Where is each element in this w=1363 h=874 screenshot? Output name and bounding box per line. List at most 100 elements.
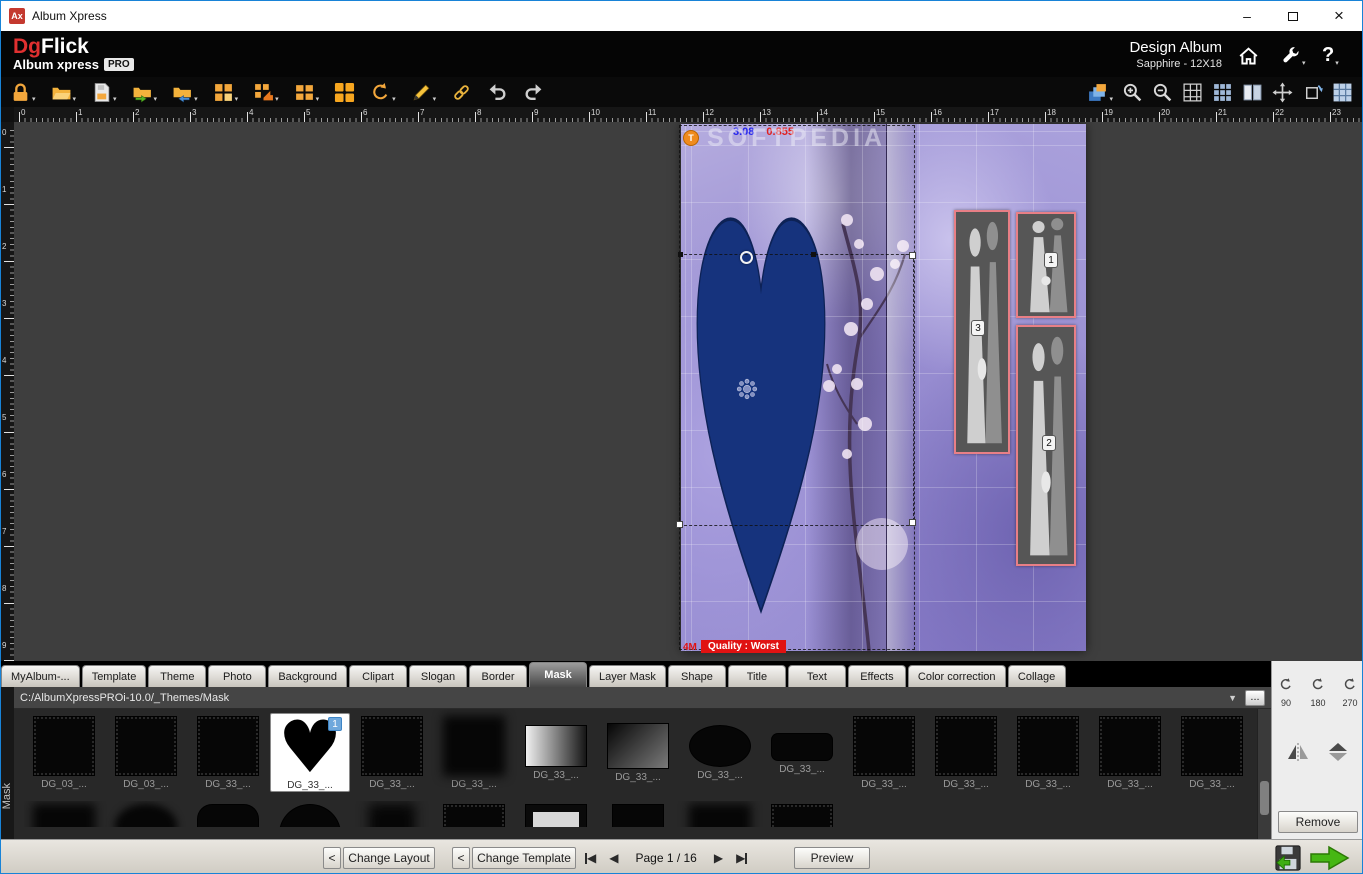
album-spread[interactable]: T 3.08 0.855 SOFTPEDIA 4M Quality : Wors…: [676, 124, 1086, 653]
dropdown-arrow-icon[interactable]: ▾: [433, 95, 437, 103]
mask-thumbnail[interactable]: [188, 801, 268, 827]
home-button[interactable]: [1238, 41, 1264, 67]
tab-shape[interactable]: Shape: [667, 665, 726, 687]
close-button[interactable]: ×: [1316, 1, 1362, 31]
mask-thumbnail[interactable]: DG_33_...: [188, 713, 268, 792]
zoom-out-button[interactable]: [1151, 79, 1174, 105]
edit-pen-button[interactable]: ▾: [410, 79, 438, 105]
mask-thumbnail[interactable]: DG_33_...: [762, 713, 842, 792]
photo-frame[interactable]: 3: [954, 210, 1010, 454]
mask-thumbnail[interactable]: DG_33_...: [516, 713, 596, 792]
previous-page-button[interactable]: ◀: [609, 851, 618, 865]
grid-settings-button[interactable]: ▾: [212, 79, 240, 105]
selection-handle[interactable]: [676, 521, 683, 528]
mask-thumbnail[interactable]: [434, 801, 514, 827]
mask-thumbnail[interactable]: DG_33_...: [844, 713, 924, 792]
tab-clipart[interactable]: Clipart: [349, 665, 408, 687]
dropdown-arrow-icon[interactable]: ▾: [1109, 95, 1113, 103]
browse-folder-button[interactable]: ...: [1245, 689, 1265, 706]
mask-thumbnail[interactable]: DG_33_...: [680, 713, 760, 792]
folder-open-button[interactable]: ▾: [50, 79, 78, 105]
corner-handle[interactable]: T: [683, 130, 699, 146]
mask-thumbnail[interactable]: [106, 801, 186, 827]
link-button[interactable]: [450, 79, 473, 105]
scrollbar-thumb[interactable]: [1260, 781, 1269, 815]
maximize-button[interactable]: [1270, 1, 1316, 31]
dropdown-arrow-icon[interactable]: ▾: [32, 95, 36, 103]
tab-collage[interactable]: Collage: [1007, 665, 1066, 687]
design-canvas[interactable]: T 3.08 0.855 SOFTPEDIA 4M Quality : Wors…: [14, 122, 1362, 661]
selection-handle[interactable]: [811, 252, 816, 257]
transform-move-button[interactable]: [1271, 79, 1294, 105]
mask-thumbnail[interactable]: [680, 801, 760, 827]
dropdown-arrow-icon[interactable]: ▾: [392, 95, 396, 103]
path-dropdown-icon[interactable]: ▼: [1228, 693, 1237, 703]
mask-thumbnail[interactable]: [24, 801, 104, 827]
thumbnail-scrollbar[interactable]: [1257, 709, 1271, 839]
tab-background[interactable]: Background: [268, 665, 348, 687]
help-button[interactable]: ? ▾: [1322, 41, 1348, 67]
save-album-button[interactable]: [1273, 844, 1303, 872]
tab-template[interactable]: Template: [81, 665, 147, 687]
lock-button[interactable]: ▾: [9, 79, 37, 105]
redo-button[interactable]: [522, 79, 545, 105]
next-step-button[interactable]: [1309, 844, 1351, 872]
rotate-180-button[interactable]: 180: [1306, 677, 1330, 708]
center-anchor-icon[interactable]: [736, 378, 758, 400]
change-template-button[interactable]: Change Template: [472, 847, 576, 869]
flip-vertical-icon[interactable]: [1326, 742, 1350, 767]
tab-color-correction[interactable]: Color correction: [907, 665, 1006, 687]
flip-horizontal-icon[interactable]: [1286, 742, 1310, 767]
photo-frame[interactable]: 1: [1016, 212, 1076, 318]
mask-thumbnail[interactable]: DG_33_...: [926, 713, 1006, 792]
layers-button[interactable]: ▾: [1086, 79, 1114, 105]
tab-myalbum-[interactable]: MyAlbum-...: [1, 665, 80, 687]
change-layout-button[interactable]: Change Layout: [343, 847, 435, 869]
rotate-270-button[interactable]: 270: [1338, 677, 1362, 708]
minimize-button[interactable]: –: [1224, 1, 1270, 31]
mask-thumbnail[interactable]: ♥ 1 DG_33_...: [270, 711, 350, 792]
grid-snap-button[interactable]: ▾: [252, 79, 280, 105]
photo-frame[interactable]: 2: [1016, 325, 1076, 566]
folder-export-button[interactable]: ▾: [131, 79, 159, 105]
preview-button[interactable]: Preview: [794, 847, 870, 869]
first-page-button[interactable]: ◀: [585, 851, 596, 865]
transform-rotate-button[interactable]: [1301, 79, 1324, 105]
tab-title[interactable]: Title: [727, 665, 786, 687]
selection-handle[interactable]: [678, 252, 683, 257]
tab-layer-mask[interactable]: Layer Mask: [589, 665, 666, 687]
dropdown-arrow-icon[interactable]: ▾: [194, 95, 198, 103]
grid-blue-button[interactable]: [1211, 79, 1234, 105]
rotate-90-button[interactable]: 90: [1274, 677, 1298, 708]
dropdown-arrow-icon[interactable]: ▾: [113, 95, 117, 103]
folder-import-button[interactable]: ▾: [171, 79, 199, 105]
tab-photo[interactable]: Photo: [208, 665, 267, 687]
tools-button[interactable]: ▾: [1280, 41, 1306, 67]
dropdown-arrow-icon[interactable]: ▾: [154, 95, 158, 103]
rotate-ccw-button[interactable]: ▾: [369, 79, 397, 105]
mask-thumbnail[interactable]: DG_33_...: [1090, 713, 1170, 792]
mask-thumbnail[interactable]: DG_33_...: [598, 713, 678, 792]
tab-slogan[interactable]: Slogan: [409, 665, 468, 687]
dropdown-arrow-icon[interactable]: ▾: [316, 95, 320, 103]
mask-thumbnail[interactable]: DG_03_...: [24, 713, 104, 792]
rotate-handle-icon[interactable]: [740, 251, 753, 264]
pages-spread-button[interactable]: [1241, 79, 1264, 105]
undo-button[interactable]: [486, 79, 509, 105]
mask-thumbnail[interactable]: DG_03_...: [106, 713, 186, 792]
change-layout-back-button[interactable]: <: [323, 847, 341, 869]
show-grid-button[interactable]: [1181, 79, 1204, 105]
layout-small-button[interactable]: ▾: [293, 79, 321, 105]
selection-handle[interactable]: [909, 519, 916, 526]
tab-theme[interactable]: Theme: [148, 665, 207, 687]
selection-handle[interactable]: [909, 252, 916, 259]
tab-effects[interactable]: Effects: [847, 665, 906, 687]
mask-thumbnail[interactable]: [270, 801, 350, 827]
tab-mask[interactable]: Mask: [529, 662, 588, 687]
dropdown-arrow-icon[interactable]: ▾: [275, 95, 279, 103]
remove-mask-button[interactable]: Remove: [1278, 811, 1358, 833]
dropdown-arrow-icon[interactable]: ▾: [73, 95, 77, 103]
mask-thumbnail[interactable]: DG_33_...: [434, 713, 514, 792]
last-page-button[interactable]: ▶: [736, 851, 748, 865]
zoom-in-button[interactable]: [1121, 79, 1144, 105]
